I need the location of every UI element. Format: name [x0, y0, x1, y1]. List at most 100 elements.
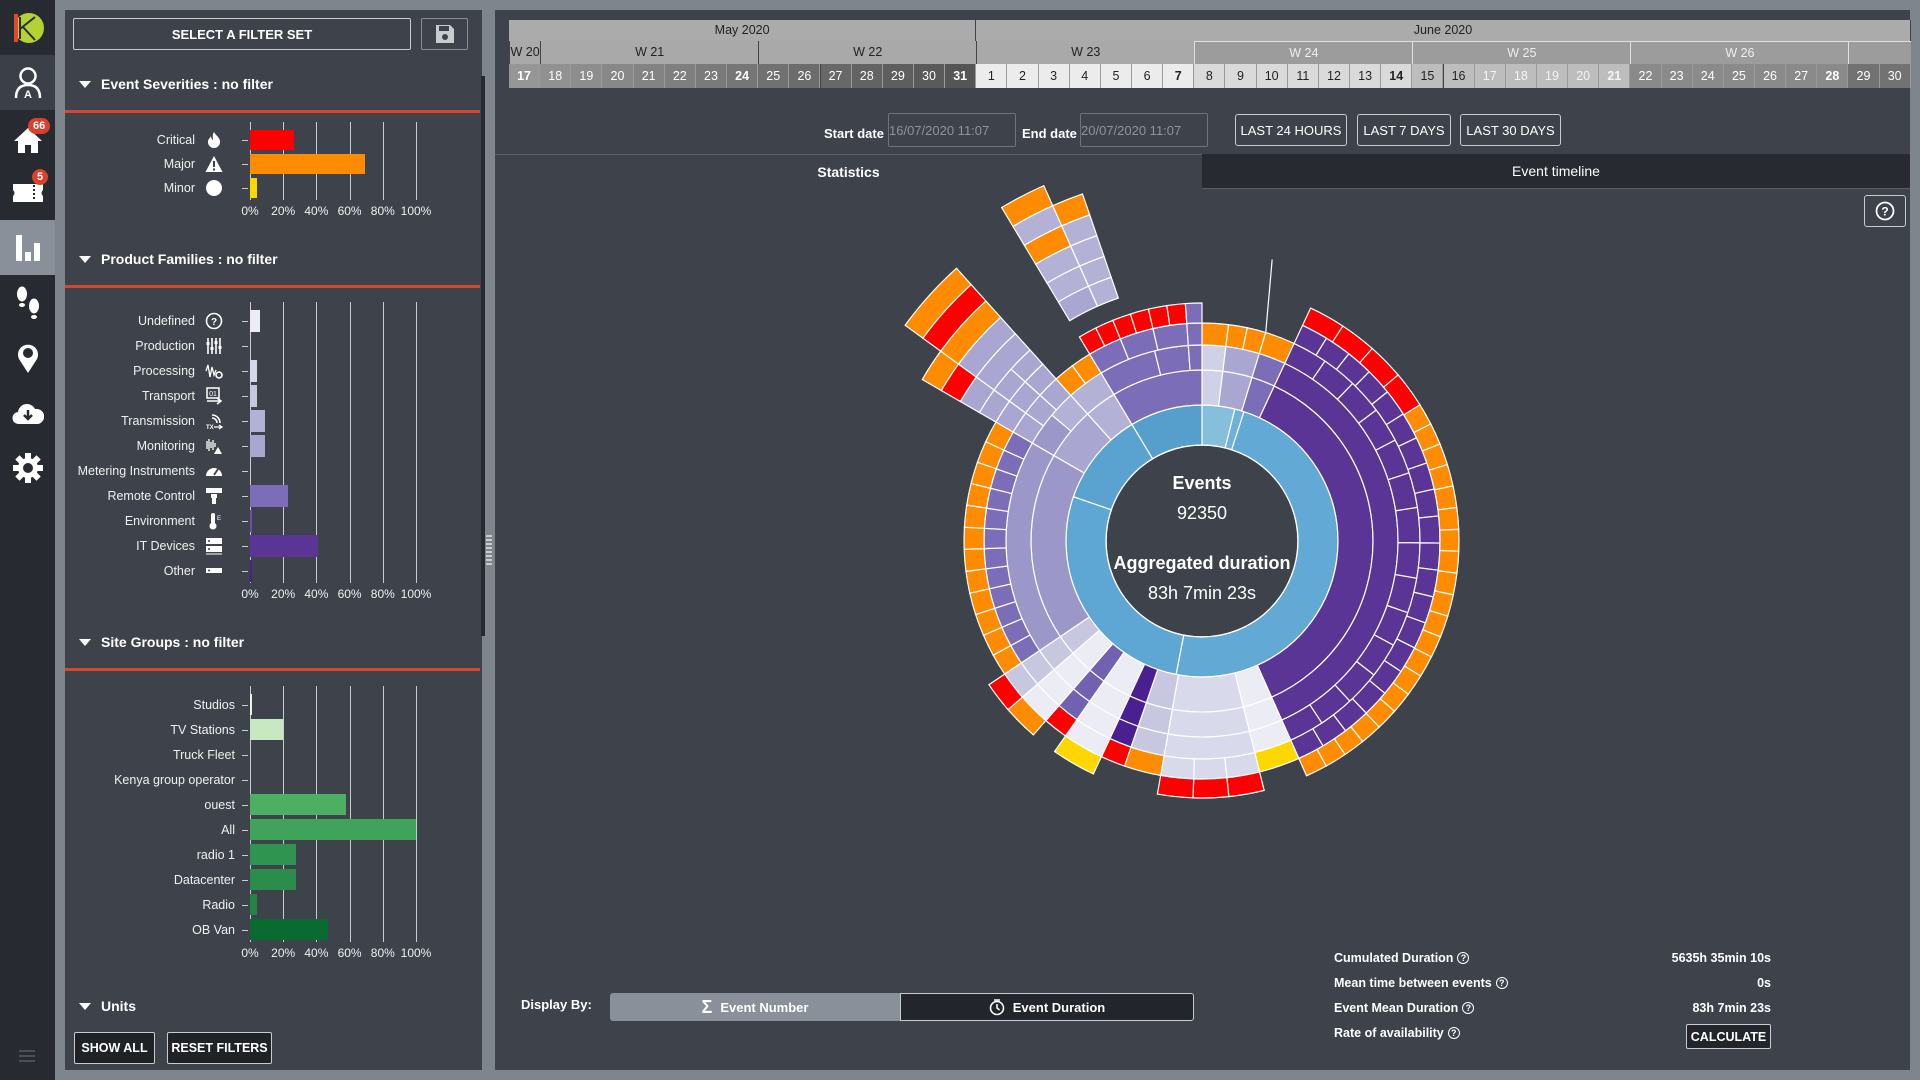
nav-settings[interactable]	[0, 440, 55, 495]
bar[interactable]	[250, 894, 258, 915]
bar[interactable]	[250, 819, 416, 840]
question-circle-icon[interactable]: ?	[1457, 952, 1470, 964]
question-circle-icon[interactable]: ?	[1447, 1027, 1460, 1039]
sunburst-segment-level-3[interactable]	[1201, 344, 1227, 372]
nav-user-profile[interactable]: A	[0, 55, 55, 110]
bar-label[interactable]: Critical	[157, 130, 195, 150]
bar-label[interactable]: Truck Fleet	[173, 745, 235, 765]
severities-section-toggle[interactable]: Event Severities : no filter	[79, 76, 273, 92]
splitter-grip-icon[interactable]	[486, 535, 492, 565]
sunburst-segment-level-3[interactable]	[1167, 706, 1251, 738]
bar-label[interactable]: Transport	[142, 386, 195, 406]
bar[interactable]	[250, 844, 297, 865]
sunburst-segment-level-5[interactable]	[963, 504, 988, 529]
sunburst-segment-level-4[interactable]	[983, 527, 1007, 550]
bar[interactable]	[250, 130, 294, 150]
bar[interactable]	[250, 178, 258, 198]
sunburst-segment-level-5[interactable]	[965, 568, 991, 594]
bar-label[interactable]: Metering Instruments	[78, 461, 195, 481]
bar[interactable]	[250, 509, 253, 532]
show-all-button[interactable]: SHOW ALL	[74, 1032, 155, 1064]
nav-tickets[interactable]: 5	[0, 165, 55, 220]
bar-label[interactable]: Studios	[193, 695, 235, 715]
bar-label[interactable]: Datacenter	[174, 870, 235, 890]
bar-label[interactable]: Minor	[164, 178, 195, 198]
reset-filters-button[interactable]: RESET FILTERS	[167, 1032, 272, 1064]
display-by-event-duration[interactable]: Event Duration	[900, 993, 1194, 1021]
nav-footsteps[interactable]	[0, 275, 55, 330]
calculate-button[interactable]: CALCULATE	[1686, 1024, 1771, 1049]
bar[interactable]	[250, 719, 284, 740]
panel-splitter[interactable]	[485, 10, 493, 1070]
x-tick-label: 20%	[271, 587, 296, 601]
sunburst-segment-level-5[interactable]	[1184, 302, 1203, 325]
sunburst-segment-level-4[interactable]	[985, 565, 1012, 590]
sunburst-segment-level-5[interactable]	[1147, 304, 1171, 330]
bar-label[interactable]: Kenya group operator	[114, 770, 235, 790]
sunburst-segment-level-6[interactable]	[1439, 528, 1460, 552]
bar-label[interactable]: Processing	[133, 361, 195, 381]
bar-label[interactable]: Other	[164, 561, 195, 581]
bar[interactable]	[250, 534, 319, 557]
bar[interactable]	[250, 359, 258, 382]
sunburst-segment-level-5[interactable]	[1193, 757, 1228, 780]
sunburst-segment-level-3[interactable]	[1187, 344, 1203, 372]
sunburst-segment-level-4[interactable]	[1186, 322, 1203, 347]
bar-label[interactable]: Major	[164, 154, 195, 174]
sunburst-segment-level-5[interactable]	[1159, 754, 1196, 780]
sunburst-segment-level-6[interactable]	[1437, 506, 1460, 531]
nav-download[interactable]	[0, 385, 55, 440]
sunburst-segment-level-6[interactable]	[1192, 777, 1230, 799]
bar[interactable]	[250, 559, 252, 582]
bar[interactable]	[250, 694, 253, 715]
question-circle-icon[interactable]: ?	[1462, 1002, 1475, 1014]
product-families-section-toggle[interactable]: Product Families : no filter	[79, 251, 278, 267]
bar-label[interactable]: Production	[135, 336, 195, 356]
bar-label[interactable]: All	[221, 820, 235, 840]
units-section-toggle[interactable]: Units	[79, 998, 136, 1014]
sunburst-segment-level-6[interactable]	[1437, 549, 1460, 574]
sunburst-segment-level-5[interactable]	[1166, 302, 1188, 327]
bar-label[interactable]: ouest	[204, 795, 235, 815]
bar-label[interactable]: Remote Control	[107, 486, 195, 506]
bar[interactable]	[250, 869, 297, 890]
sunburst-segment-level-6[interactable]	[1433, 485, 1458, 511]
bar-label[interactable]: Radio	[202, 895, 235, 915]
save-filter-set-button[interactable]	[421, 18, 468, 50]
sunburst-segment-level-5[interactable]	[963, 547, 987, 573]
bar[interactable]	[250, 154, 365, 174]
bar[interactable]	[250, 794, 347, 815]
sunburst-segment-level-4[interactable]	[1394, 542, 1421, 580]
bar-label[interactable]: OB Van	[192, 920, 235, 940]
sunburst-segment-level-5[interactable]	[963, 526, 986, 550]
sunburst-segment-level-5[interactable]	[1417, 542, 1441, 571]
sunburst-segment-level-4[interactable]	[1201, 322, 1230, 348]
app-logo[interactable]	[0, 0, 55, 55]
bar[interactable]	[250, 384, 258, 407]
site-groups-section-toggle[interactable]: Site Groups : no filter	[79, 634, 244, 650]
sunburst-segment-level-5[interactable]	[1418, 515, 1441, 544]
bar-label[interactable]: Environment	[125, 511, 195, 531]
nav-statistics[interactable]	[0, 220, 55, 275]
nav-home[interactable]: 66	[0, 112, 55, 167]
bar-label[interactable]: Monitoring	[137, 436, 195, 456]
question-circle-icon[interactable]: ?	[1495, 977, 1508, 989]
bar-label[interactable]: TV Stations	[170, 720, 235, 740]
bar[interactable]	[250, 919, 329, 940]
hamburger-menu-icon[interactable]	[19, 1050, 35, 1065]
display-by-event-number[interactable]: Σ Event Number	[610, 993, 900, 1021]
bar-label[interactable]: Transmission	[121, 411, 195, 431]
bar[interactable]	[250, 484, 289, 507]
select-filter-set-button[interactable]: SELECT A FILTER SET	[73, 18, 411, 50]
bar[interactable]	[250, 309, 260, 332]
sunburst-segment-level-2[interactable]	[1171, 672, 1245, 713]
bar[interactable]	[250, 409, 265, 432]
sunburst-segment-level-4[interactable]	[983, 547, 1009, 570]
bar-label[interactable]: radio 1	[197, 845, 235, 865]
sunburst-segment-level-6[interactable]	[1156, 774, 1195, 799]
sunburst-segment-level-4[interactable]	[1394, 506, 1421, 544]
nav-location[interactable]	[0, 330, 55, 385]
bar-label[interactable]: Undefined	[138, 311, 195, 331]
bar-label[interactable]: IT Devices	[136, 536, 195, 556]
bar[interactable]	[250, 434, 265, 457]
